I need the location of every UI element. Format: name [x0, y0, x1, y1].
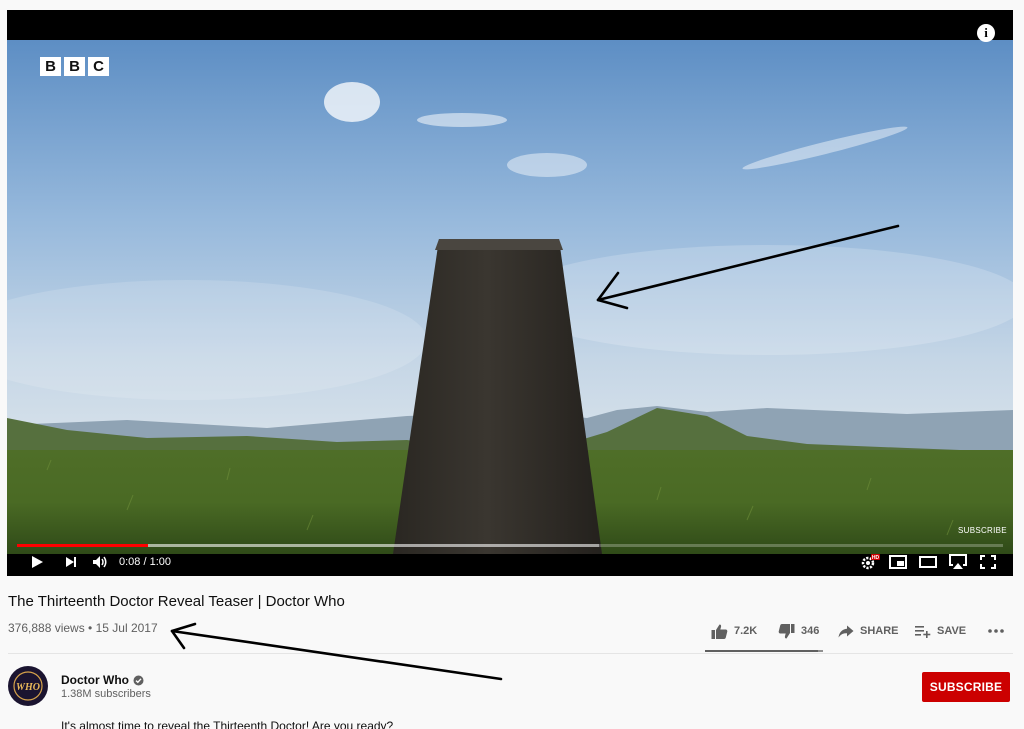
thumbs-down-icon	[778, 623, 795, 638]
playlist-add-icon	[915, 625, 931, 638]
subscribe-watermark[interactable]: SUBSCRIBE	[958, 526, 1007, 535]
channel-avatar[interactable]: WHO	[8, 666, 48, 706]
more-icon[interactable]	[988, 617, 1004, 645]
logo-letter: C	[88, 57, 109, 76]
time-display: 0:08 / 1:00	[119, 556, 171, 568]
share-label: SHARE	[860, 625, 899, 637]
progress-played	[17, 544, 149, 547]
share-icon	[838, 625, 854, 637]
settings-icon[interactable]: HD	[859, 552, 881, 572]
channel-name-row[interactable]: Doctor Who	[61, 673, 144, 687]
volume-icon[interactable]	[90, 552, 110, 572]
subscribe-button[interactable]: SUBSCRIBE	[922, 672, 1010, 702]
action-bar: 7.2K 346 SHARE SAVE	[705, 617, 1010, 647]
progress-bar[interactable]	[17, 544, 1003, 547]
like-button[interactable]: 7.2K	[711, 617, 757, 645]
info-icon[interactable]: i	[977, 24, 995, 42]
sentiment-fill	[705, 650, 819, 652]
divider	[8, 653, 1013, 654]
arrow-to-upload-date-head	[170, 622, 197, 650]
video-title: The Thirteenth Doctor Reveal Teaser | Do…	[8, 593, 345, 610]
player-controls: 0:08 / 1:00 HD	[7, 548, 1013, 576]
logo-letter: B	[64, 57, 85, 76]
next-icon[interactable]	[61, 552, 81, 572]
like-count: 7.2K	[734, 625, 758, 637]
airplay-icon[interactable]	[947, 552, 969, 572]
video-frame[interactable]	[7, 40, 1013, 554]
video-meta: 376,888 views • 15 Jul 2017	[8, 621, 158, 635]
dislike-count: 346	[801, 625, 820, 637]
channel-name[interactable]: Doctor Who	[61, 673, 129, 687]
thumbs-up-icon	[711, 624, 728, 639]
sentiment-bar	[705, 650, 823, 652]
miniplayer-icon[interactable]	[887, 552, 909, 572]
dislike-button[interactable]: 346	[778, 617, 819, 645]
play-icon[interactable]	[27, 552, 47, 572]
save-label: SAVE	[937, 625, 967, 637]
hd-badge: HD	[872, 555, 880, 561]
subscriber-count: 1.38M subscribers	[61, 688, 151, 700]
verified-icon	[133, 675, 144, 685]
share-button[interactable]: SHARE	[838, 617, 899, 645]
bbc-logo: B B C	[40, 57, 109, 76]
video-player[interactable]: B B C i SUBSCRIBE 0:08 / 1:00 HD	[7, 10, 1013, 576]
fullscreen-icon[interactable]	[977, 552, 999, 572]
pillar-top	[435, 239, 563, 250]
arrow-to-upload-date	[170, 629, 503, 681]
avatar-logo-text: WHO	[16, 682, 40, 693]
save-button[interactable]: SAVE	[915, 617, 966, 645]
video-description: It's almost time to reveal the Thirteent…	[61, 719, 394, 729]
theater-icon[interactable]	[917, 552, 939, 572]
logo-letter: B	[40, 57, 61, 76]
